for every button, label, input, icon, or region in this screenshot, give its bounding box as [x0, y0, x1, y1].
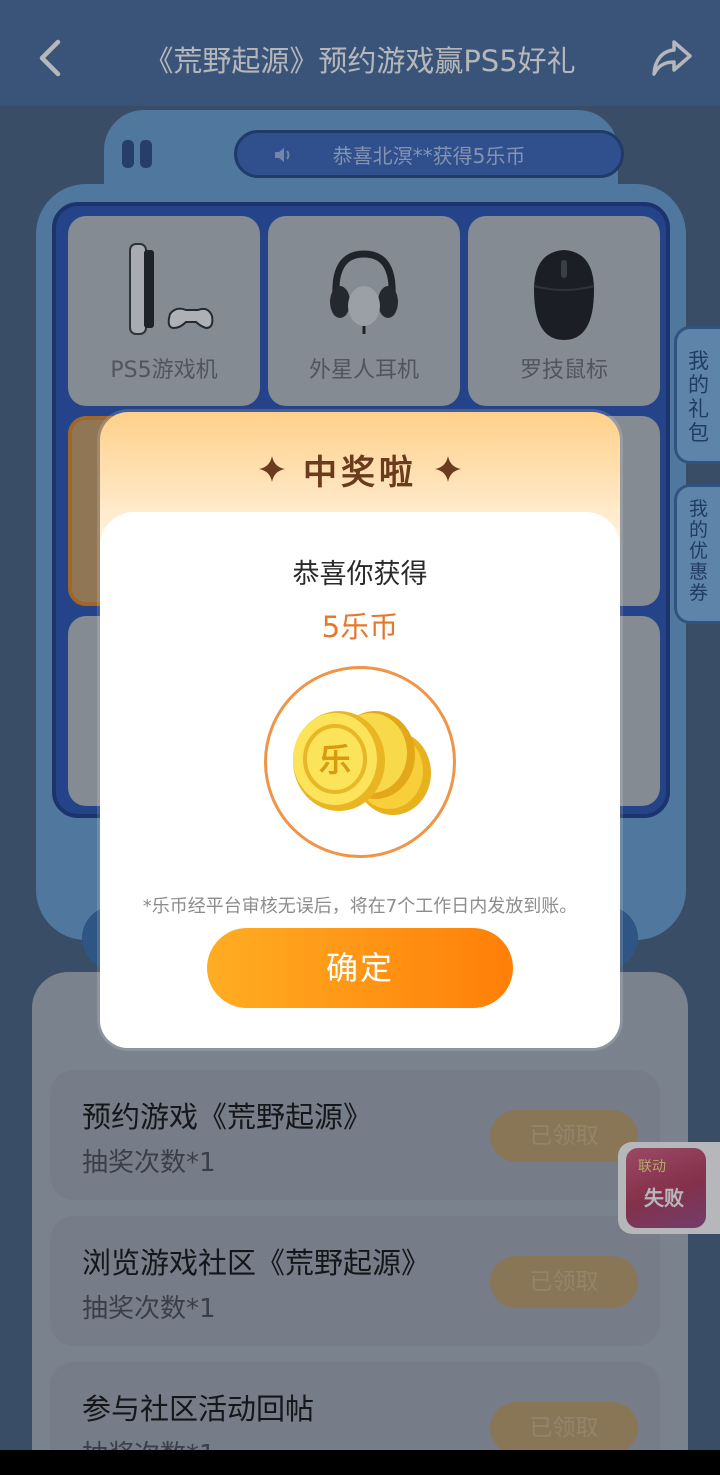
modal-title: 中奖啦: [303, 452, 417, 493]
notice-text: *乐币经平台审核无误后，将在7个工作日内发放到账。: [142, 896, 578, 917]
modal-content: 恭喜你获得 5乐币 乐 *乐币经平台审核无误后，将在7个工作日内发放到账。 确定: [100, 512, 620, 1048]
congrats-text: 恭喜你获得: [292, 559, 428, 590]
coin-char: 乐: [319, 741, 351, 779]
sparkle-icon: [435, 456, 461, 482]
sparkle-icon: [259, 456, 285, 482]
confirm-button[interactable]: 确定: [207, 928, 513, 1008]
win-modal: 中奖啦 恭喜你获得 5乐币 乐 *乐币经平台审核无误后，将在7个工作日内发放到账…: [100, 412, 620, 1048]
prize-text: 5乐币: [321, 610, 399, 644]
coin-stack-icon: 乐: [293, 711, 431, 815]
coin-illustration: 乐: [264, 666, 456, 858]
modal-heading: 中奖啦: [100, 448, 620, 493]
system-nav-bar: [0, 1450, 720, 1475]
